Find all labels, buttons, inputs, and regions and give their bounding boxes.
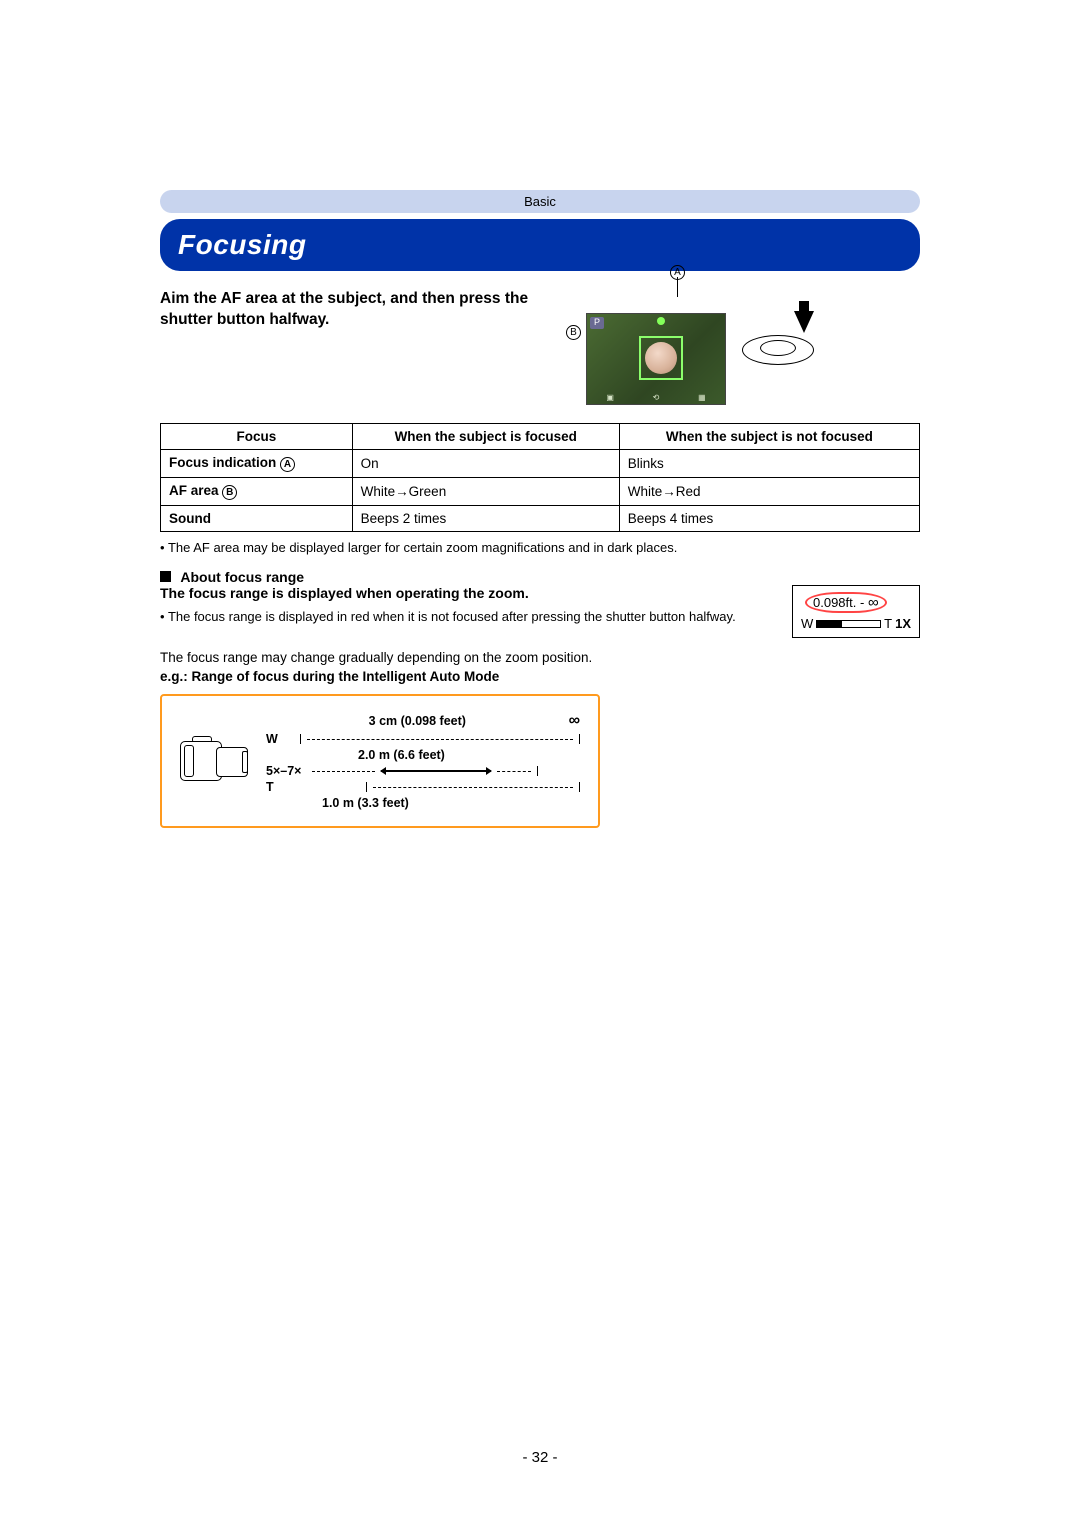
- table-row: Focus indication A On Blinks: [161, 450, 920, 478]
- cell-text: Beeps 4 times: [619, 506, 919, 532]
- page-title: Focusing: [178, 229, 902, 261]
- lead-text: Aim the AF area at the subject, and then…: [160, 289, 540, 331]
- cell-text: White→Green: [352, 478, 619, 506]
- cell-text: On: [352, 450, 619, 478]
- note-text: The AF area may be displayed larger for …: [160, 540, 920, 555]
- table-row: Sound Beeps 2 times Beeps 4 times: [161, 506, 920, 532]
- af-area-box: [639, 336, 683, 380]
- table-row: AF area B White→Green White→Red: [161, 478, 920, 506]
- table-header: When the subject is not focused: [619, 424, 919, 450]
- dist-1m: 1.0 m (3.3 feet): [322, 796, 409, 810]
- zoom-t-label: T: [266, 780, 294, 794]
- zoom-indicator: 0.098ft. - ∞ W T 1X: [792, 585, 920, 638]
- callout-b-icon: B: [566, 325, 581, 340]
- section-title-band: Focusing: [160, 219, 920, 271]
- viewfinder-figure: A B P ▣ ⟲ ▦: [558, 289, 814, 405]
- cell-text: Blinks: [619, 450, 919, 478]
- callout-a-icon: A: [280, 457, 295, 472]
- infinity-icon: ∞: [569, 712, 580, 730]
- osd-icon: ▣: [606, 393, 614, 402]
- zoom-t-label: T: [884, 616, 892, 631]
- page-number: - 32 -: [0, 1449, 1080, 1466]
- focus-table: Focus When the subject is focused When t…: [160, 423, 920, 532]
- square-bullet-icon: [160, 571, 171, 582]
- body-text-bold: e.g.: Range of focus during the Intellig…: [160, 669, 920, 684]
- body-text: The focus range may change gradually dep…: [160, 650, 920, 665]
- mode-p-badge: P: [590, 317, 604, 329]
- dist-3cm: 3 cm (0.098 feet): [369, 714, 466, 728]
- zoom-mid-label: 5×–7×: [266, 764, 306, 778]
- callout-b-icon: B: [222, 485, 237, 500]
- sub-heading: About focus range: [160, 569, 920, 585]
- dist-2m: 2.0 m (6.6 feet): [358, 748, 445, 762]
- table-header: Focus: [161, 424, 353, 450]
- callout-a-line: [677, 277, 678, 297]
- cell-text: Beeps 2 times: [352, 506, 619, 532]
- cell-text: AF area: [169, 483, 222, 498]
- focus-range-diagram: 3 cm (0.098 feet) ∞ W 2.0 m (6.6 feet) 5…: [160, 694, 600, 828]
- zoom-value: 0.098ft. -: [813, 595, 864, 610]
- sample-photo: P ▣ ⟲ ▦: [586, 313, 726, 405]
- table-header: When the subject is focused: [352, 424, 619, 450]
- note-text: The focus range is displayed in red when…: [160, 609, 774, 624]
- camera-icon: [180, 733, 250, 789]
- cell-text: Focus indication: [169, 455, 280, 470]
- breadcrumb: Basic: [160, 190, 920, 213]
- osd-icon: ▦: [698, 393, 706, 402]
- zoom-w-label: W: [801, 616, 813, 631]
- sub-heading-text: About focus range: [180, 569, 304, 585]
- cell-text: Sound: [161, 506, 353, 532]
- zoom-sub: The focus range is displayed when operat…: [160, 585, 774, 601]
- zoom-w-label: W: [266, 732, 294, 746]
- shutter-half-press-icon: [742, 311, 814, 369]
- zoom-mag: 1X: [895, 616, 911, 631]
- cell-text: White→Red: [619, 478, 919, 506]
- focus-indicator-dot-icon: [657, 317, 665, 325]
- infinity-icon: ∞: [868, 594, 879, 611]
- osd-icon: ⟲: [653, 393, 660, 402]
